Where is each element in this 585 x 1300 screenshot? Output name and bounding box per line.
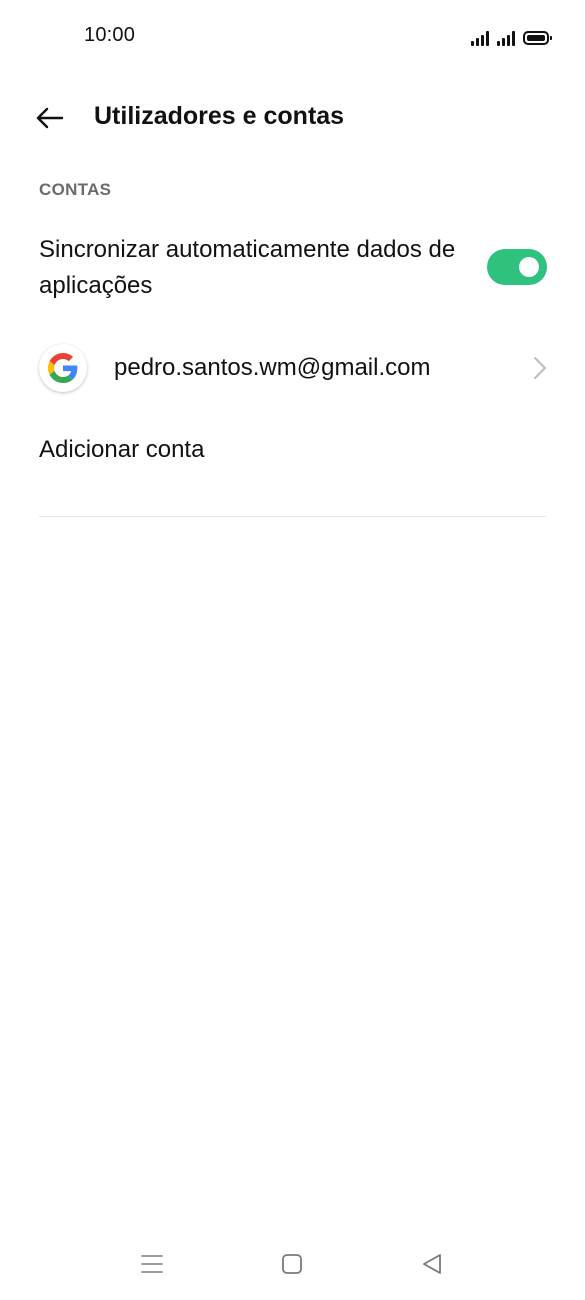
status-time: 10:00 [84,24,136,46]
menu-icon [141,1255,163,1273]
back-button[interactable] [30,98,70,138]
toggle-knob [519,257,539,277]
section-header-accounts: CONTAS [39,180,112,199]
navigation-bar [0,1240,585,1288]
status-bar: 10:00 [0,0,585,76]
auto-sync-label: Sincronizar automaticamente dados de apl… [39,236,456,299]
nav-home-button[interactable] [276,1250,308,1278]
account-row[interactable]: pedro.santos.wm@gmail.com [0,334,585,402]
back-triangle-icon [423,1254,441,1274]
auto-sync-toggle[interactable] [487,249,547,285]
arrow-left-icon [36,107,64,129]
google-icon [39,344,87,392]
add-account-button[interactable]: Adicionar conta [39,436,204,464]
auto-sync-row[interactable]: Sincronizar automaticamente dados de apl… [0,222,585,318]
signal-icon [497,30,515,46]
page-title: Utilizadores e contas [94,102,345,130]
signal-icon [471,30,489,46]
status-icons [471,26,552,46]
nav-menu-button[interactable] [136,1250,168,1278]
home-icon [282,1254,302,1274]
nav-back-button[interactable] [416,1250,448,1278]
header: Utilizadores e contas [0,88,585,146]
battery-icon [523,31,552,45]
chevron-right-icon [534,357,546,379]
account-email: pedro.santos.wm@gmail.com [114,354,431,381]
divider [39,516,546,517]
